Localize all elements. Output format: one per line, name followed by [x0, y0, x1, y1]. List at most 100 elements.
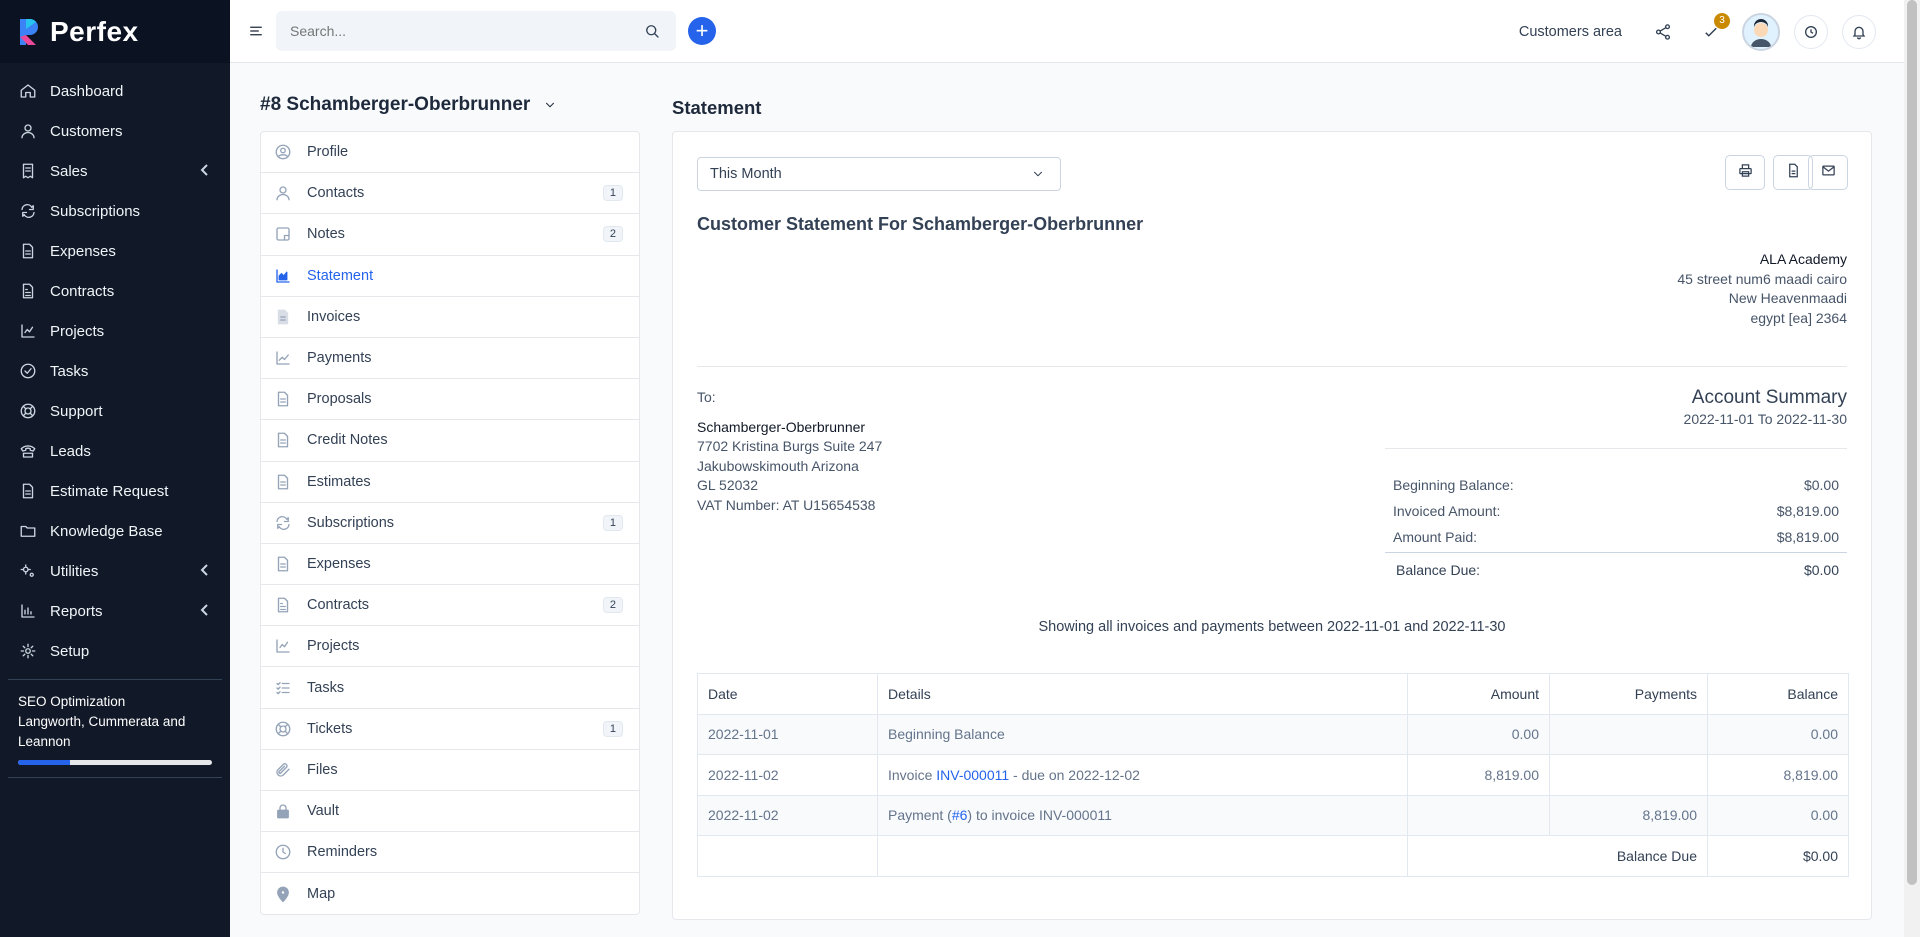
cell-balance: 0.00 — [1707, 794, 1849, 836]
summary-label: Beginning Balance: — [1393, 477, 1514, 493]
to-customer-name: Schamberger-Oberbrunner — [697, 418, 866, 435]
tab-label: Map — [307, 885, 336, 902]
bar-chart-icon — [18, 601, 38, 621]
tab-proposals[interactable]: Proposals — [261, 379, 639, 421]
tab-expenses[interactable]: Expenses — [261, 544, 639, 586]
search-icon[interactable] — [642, 21, 662, 41]
sidebar-item-dashboard[interactable]: Dashboard — [0, 71, 230, 111]
cell-balance: 0.00 — [1707, 713, 1849, 755]
user-avatar[interactable] — [1742, 12, 1780, 51]
table-row: 2022-11-02 Invoice INV-000011 - due on 20… — [697, 754, 1849, 796]
tab-map[interactable]: Map — [261, 873, 639, 914]
tab-estimates[interactable]: Estimates — [261, 462, 639, 503]
envelope-icon — [1821, 163, 1836, 183]
customer-selector[interactable]: #8 Schamberger-Oberbrunner — [260, 94, 560, 116]
customers-area-link[interactable]: Customers area — [1519, 24, 1622, 40]
check-circle-icon — [18, 361, 38, 381]
brand-logo[interactable]: Perfex — [0, 0, 230, 63]
sidebar-item-reports[interactable]: Reports — [0, 591, 230, 631]
period-select[interactable]: This Month — [697, 157, 1061, 191]
tab-tasks[interactable]: Tasks — [261, 667, 639, 709]
sidebar-item-expenses[interactable]: Expenses — [0, 231, 230, 271]
col-header-payments: Payments — [1549, 673, 1708, 715]
tab-subscriptions[interactable]: Subscriptions 1 — [261, 503, 639, 544]
tab-label: Notes — [307, 226, 345, 243]
tab-invoices[interactable]: Invoices — [261, 297, 639, 338]
sidebar-item-projects[interactable]: Projects — [0, 311, 230, 351]
footer-balance-due-value: $0.00 — [1707, 835, 1849, 877]
lock-icon — [273, 801, 293, 821]
sidebar: Perfex Dashboard Customers Sales Subscripti… — [0, 0, 230, 937]
account-summary-header: Account Summary 2022-11-01 To 2022-11-30 — [1684, 387, 1847, 427]
tab-label: Projects — [307, 638, 360, 655]
bell-icon[interactable] — [1842, 14, 1876, 49]
col-header-details: Details — [877, 673, 1408, 715]
sidebar-item-subscriptions[interactable]: Subscriptions — [0, 191, 230, 231]
sidebar-item-setup[interactable]: Setup — [0, 631, 230, 671]
table-header-row: Date Details Amount Payments Balance — [697, 673, 1849, 715]
tab-statement[interactable]: Statement — [261, 256, 639, 297]
scrollbar-thumb[interactable] — [1907, 0, 1917, 885]
tab-projects[interactable]: Projects — [261, 626, 639, 668]
todo-check-icon[interactable]: 3 — [1694, 12, 1730, 49]
account-summary-title: Account Summary — [1691, 387, 1847, 408]
details-link[interactable]: INV-000011 — [936, 767, 1009, 783]
download-pdf-button[interactable] — [1773, 155, 1813, 190]
sidebar-item-label: Support — [50, 402, 103, 420]
print-button[interactable] — [1725, 155, 1765, 190]
lifebuoy-icon — [18, 401, 38, 421]
sidebar-item-utilities[interactable]: Utilities — [0, 551, 230, 591]
tab-profile[interactable]: Profile — [261, 132, 639, 174]
repeat-icon — [273, 513, 293, 533]
col-header-balance: Balance — [1707, 673, 1849, 715]
sidebar-nav: Dashboard Customers Sales Subscriptions Expe… — [0, 63, 230, 671]
details-link[interactable]: #6 — [952, 807, 968, 823]
sidebar-item-support[interactable]: Support — [0, 391, 230, 431]
quick-create-button[interactable]: + — [688, 17, 716, 45]
sidebar-item-label: Tasks — [50, 362, 89, 380]
sidebar-item-sales[interactable]: Sales — [0, 151, 230, 191]
chevron-down-icon[interactable] — [540, 95, 560, 115]
brand-name: Perfex — [50, 15, 139, 47]
sidebar-item-leads[interactable]: Leads — [0, 431, 230, 471]
sidebar-item-tasks[interactable]: Tasks — [0, 351, 230, 391]
sidebar-item-customers[interactable]: Customers — [0, 111, 230, 151]
tab-label: Profile — [307, 144, 349, 161]
to-label: To: — [697, 389, 716, 405]
sidebar-item-estimate-request[interactable]: Estimate Request — [0, 471, 230, 511]
count-badge: 2 — [602, 597, 623, 614]
top-header: + Customers area 3 — [230, 0, 1904, 63]
tab-contacts[interactable]: Contacts 1 — [261, 173, 639, 215]
cell-amount: 0.00 — [1407, 713, 1550, 755]
tab-contracts[interactable]: Contracts 2 — [261, 585, 639, 627]
chevron-left-icon — [200, 563, 210, 579]
col-header-date: Date — [697, 673, 878, 715]
user-circle-icon — [273, 142, 293, 162]
sidebar-item-label: Reports — [50, 602, 103, 620]
company-address-line: egypt [ea] 2364 — [1750, 309, 1847, 326]
share-icon[interactable] — [1646, 15, 1680, 49]
file-icon — [18, 481, 38, 501]
page-scrollbar[interactable] — [1904, 0, 1920, 937]
tab-label: Tasks — [307, 679, 345, 696]
menu-toggle-icon[interactable] — [246, 21, 266, 41]
sidebar-pinned-project[interactable]: SEO Optimization Langworth, Cummerata an… — [8, 679, 222, 778]
cell-details: Payment (#6) to invoice INV-000011 — [877, 794, 1408, 836]
tab-credit-notes[interactable]: Credit Notes — [261, 420, 639, 462]
sidebar-item-label: Projects — [50, 322, 105, 340]
tab-label: Vault — [307, 803, 339, 820]
send-email-button[interactable] — [1808, 155, 1848, 190]
sidebar-item-label: Estimate Request — [50, 482, 169, 500]
tab-notes[interactable]: Notes 2 — [261, 214, 639, 256]
clock-icon[interactable] — [1794, 14, 1828, 49]
tab-payments[interactable]: Payments — [261, 338, 639, 380]
tab-reminders[interactable]: Reminders — [261, 832, 639, 874]
count-badge: 1 — [602, 720, 623, 737]
search-box[interactable] — [276, 11, 676, 51]
sidebar-item-knowledge-base[interactable]: Knowledge Base — [0, 511, 230, 551]
search-input[interactable] — [290, 23, 610, 39]
sidebar-item-contracts[interactable]: Contracts — [0, 271, 230, 311]
tab-files[interactable]: Files — [261, 750, 639, 791]
tab-tickets[interactable]: Tickets 1 — [261, 709, 639, 750]
tab-vault[interactable]: Vault — [261, 791, 639, 833]
